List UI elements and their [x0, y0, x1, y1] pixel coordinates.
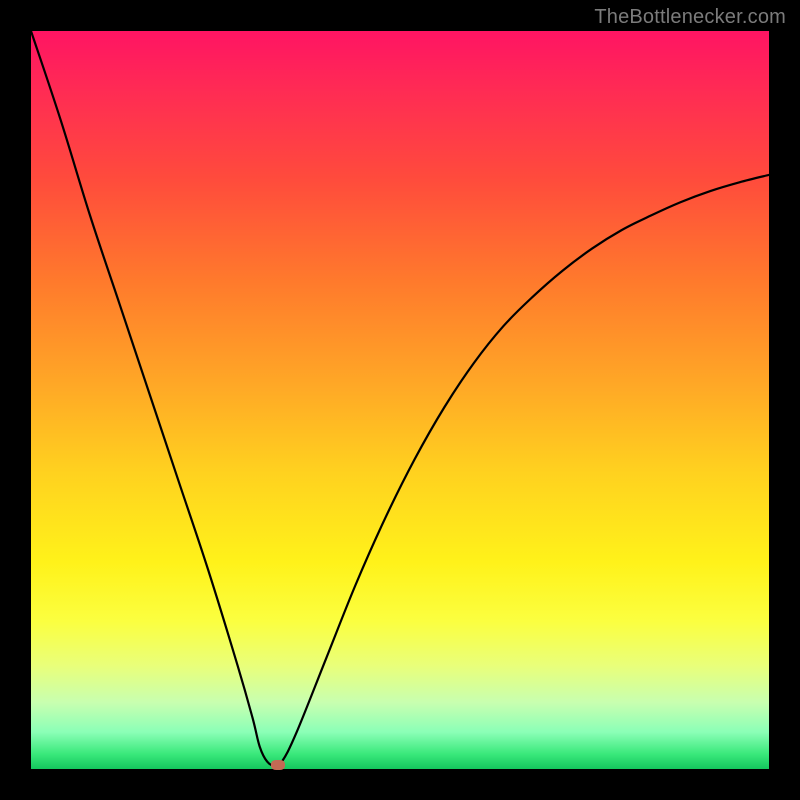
bottleneck-curve [31, 31, 769, 769]
plot-area [31, 31, 769, 769]
chart-frame: TheBottlenecker.com [0, 0, 800, 800]
watermark-text: TheBottlenecker.com [594, 6, 786, 29]
optimum-marker [271, 760, 285, 770]
